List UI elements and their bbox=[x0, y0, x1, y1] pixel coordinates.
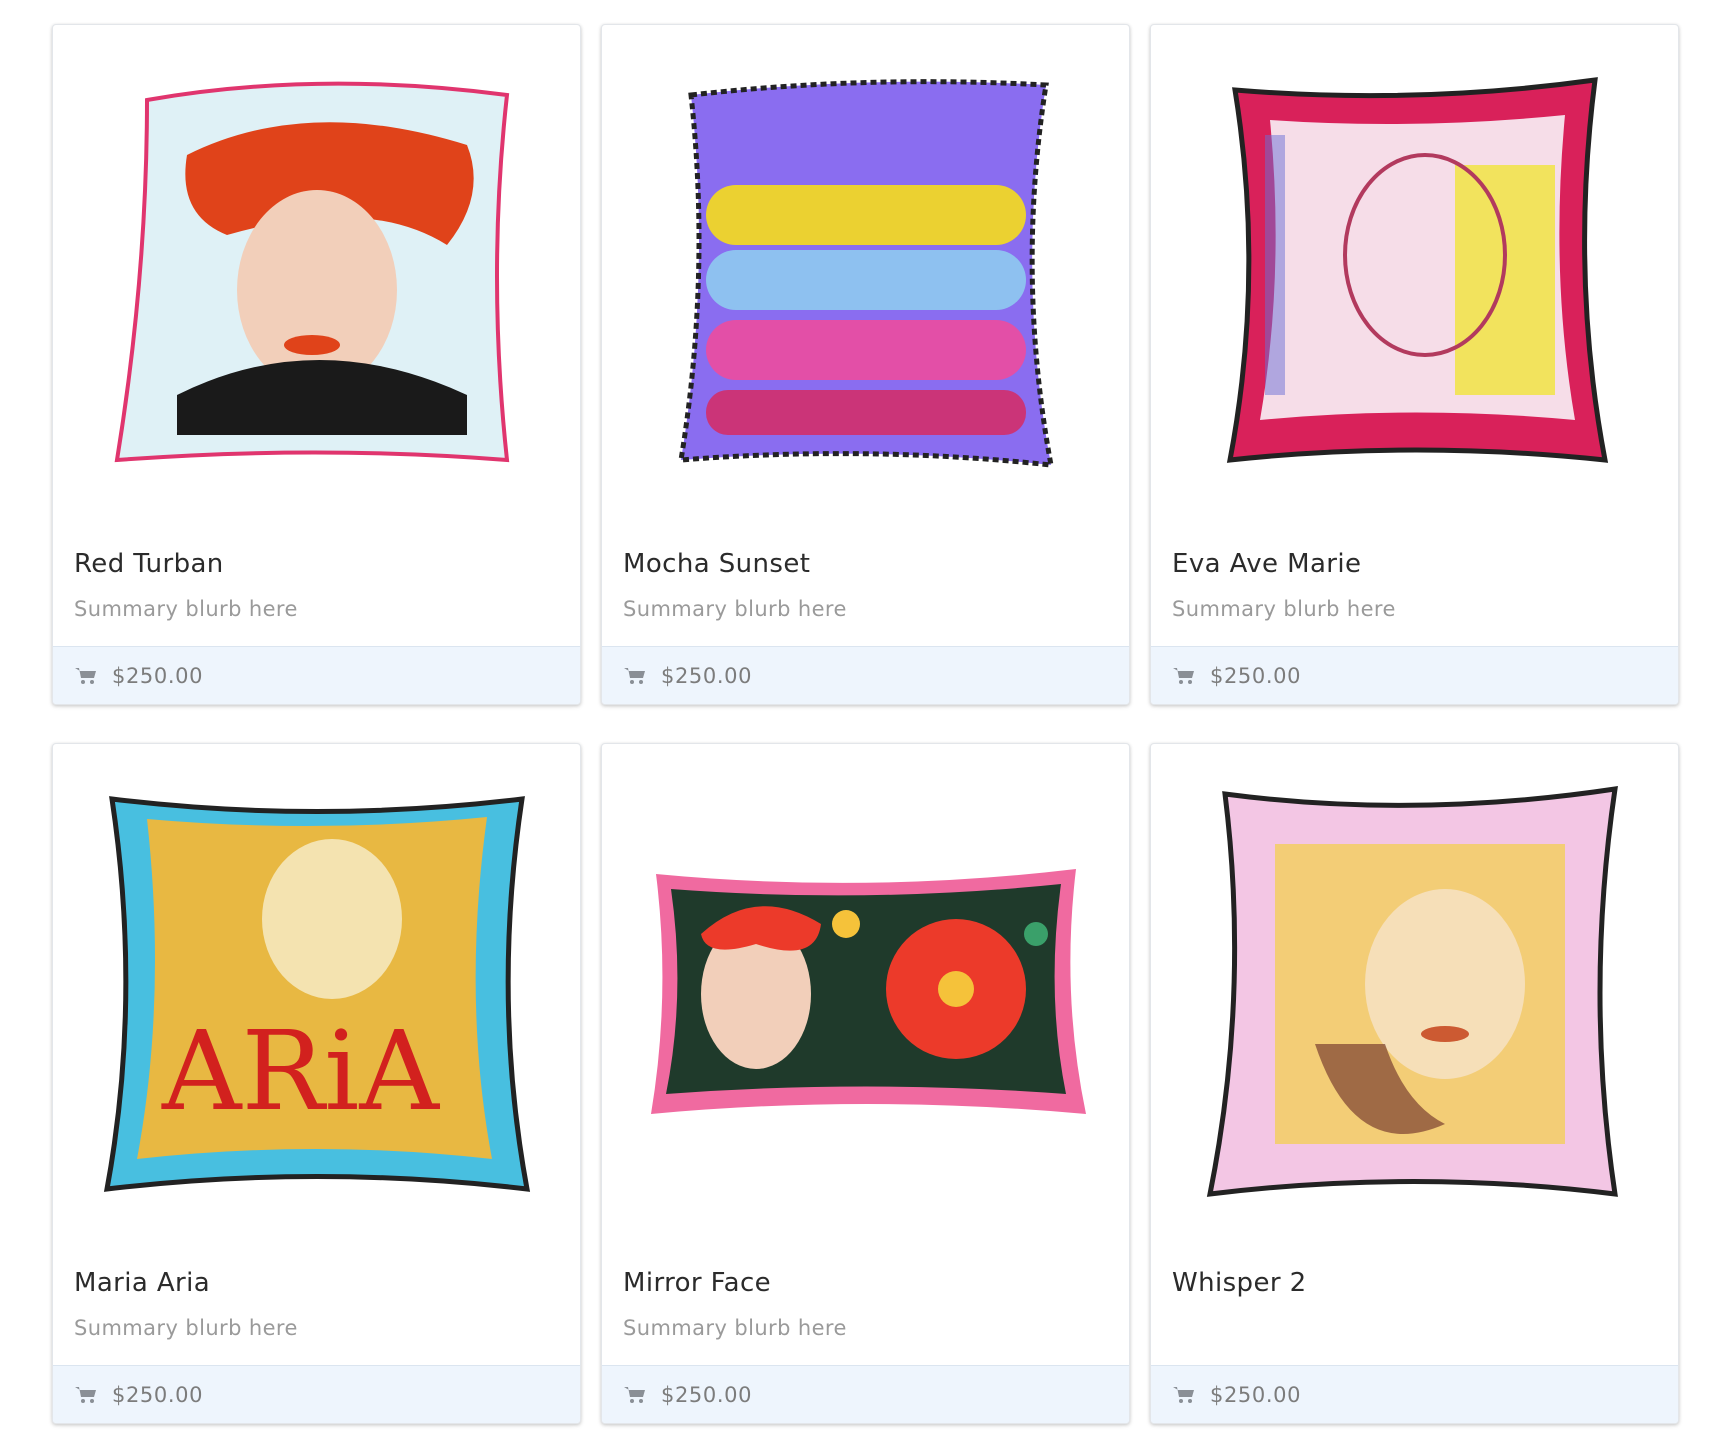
cart-icon bbox=[75, 1386, 96, 1403]
card-footer[interactable]: $250.00 bbox=[1151, 1365, 1678, 1423]
pillow-illustration: ARiA bbox=[103, 796, 530, 1192]
product-grid: Red Turban Summary blurb here $250.00 Mo… bbox=[52, 24, 1679, 1424]
product-card[interactable]: Eva Ave Marie Summary blurb here $250.00 bbox=[1150, 24, 1679, 705]
cart-icon bbox=[624, 1386, 645, 1403]
product-image[interactable]: ARiA bbox=[53, 744, 580, 1244]
product-card[interactable]: Whisper 2 $250.00 bbox=[1150, 743, 1679, 1424]
product-summary: Summary blurb here bbox=[623, 1316, 847, 1340]
svg-text:ARiA: ARiA bbox=[161, 1007, 440, 1135]
product-summary: Summary blurb here bbox=[74, 597, 298, 621]
product-price: $250.00 bbox=[661, 1382, 753, 1407]
card-footer[interactable]: $250.00 bbox=[53, 646, 580, 704]
product-image[interactable] bbox=[53, 25, 580, 525]
product-title[interactable]: Mocha Sunset bbox=[623, 549, 810, 579]
product-title[interactable]: Eva Ave Marie bbox=[1172, 549, 1361, 579]
product-title[interactable]: Red Turban bbox=[74, 549, 224, 579]
cart-icon bbox=[1173, 1386, 1194, 1403]
cart-icon bbox=[624, 667, 645, 684]
product-summary: Summary blurb here bbox=[623, 597, 847, 621]
product-price: $250.00 bbox=[1210, 1382, 1302, 1407]
product-price: $250.00 bbox=[661, 663, 753, 688]
pillow-illustration bbox=[650, 869, 1086, 1114]
product-card[interactable]: Mocha Sunset Summary blurb here $250.00 bbox=[601, 24, 1130, 705]
cart-icon bbox=[75, 667, 96, 684]
product-image[interactable] bbox=[602, 744, 1129, 1244]
card-footer[interactable]: $250.00 bbox=[1151, 646, 1678, 704]
pillow-illustration bbox=[114, 81, 509, 463]
product-card[interactable]: ARiA Maria Aria Summary blurb here $250.… bbox=[52, 743, 581, 1424]
product-summary: Summary blurb here bbox=[74, 1316, 298, 1340]
product-image[interactable] bbox=[1151, 25, 1678, 525]
product-image[interactable] bbox=[602, 25, 1129, 525]
pillow-illustration bbox=[1206, 786, 1618, 1197]
product-title[interactable]: Maria Aria bbox=[74, 1268, 210, 1298]
card-footer[interactable]: $250.00 bbox=[602, 1365, 1129, 1423]
product-price: $250.00 bbox=[112, 663, 204, 688]
product-card[interactable]: Red Turban Summary blurb here $250.00 bbox=[52, 24, 581, 705]
product-price: $250.00 bbox=[1210, 663, 1302, 688]
pillow-illustration bbox=[677, 79, 1054, 468]
cart-icon bbox=[1173, 667, 1194, 684]
product-title[interactable]: Mirror Face bbox=[623, 1268, 771, 1298]
product-image[interactable] bbox=[1151, 744, 1678, 1244]
product-title[interactable]: Whisper 2 bbox=[1172, 1268, 1307, 1298]
product-summary: Summary blurb here bbox=[1172, 597, 1396, 621]
card-footer[interactable]: $250.00 bbox=[53, 1365, 580, 1423]
product-card[interactable]: Mirror Face Summary blurb here $250.00 bbox=[601, 743, 1130, 1424]
product-price: $250.00 bbox=[112, 1382, 204, 1407]
card-footer[interactable]: $250.00 bbox=[602, 646, 1129, 704]
pillow-illustration bbox=[1226, 77, 1608, 463]
